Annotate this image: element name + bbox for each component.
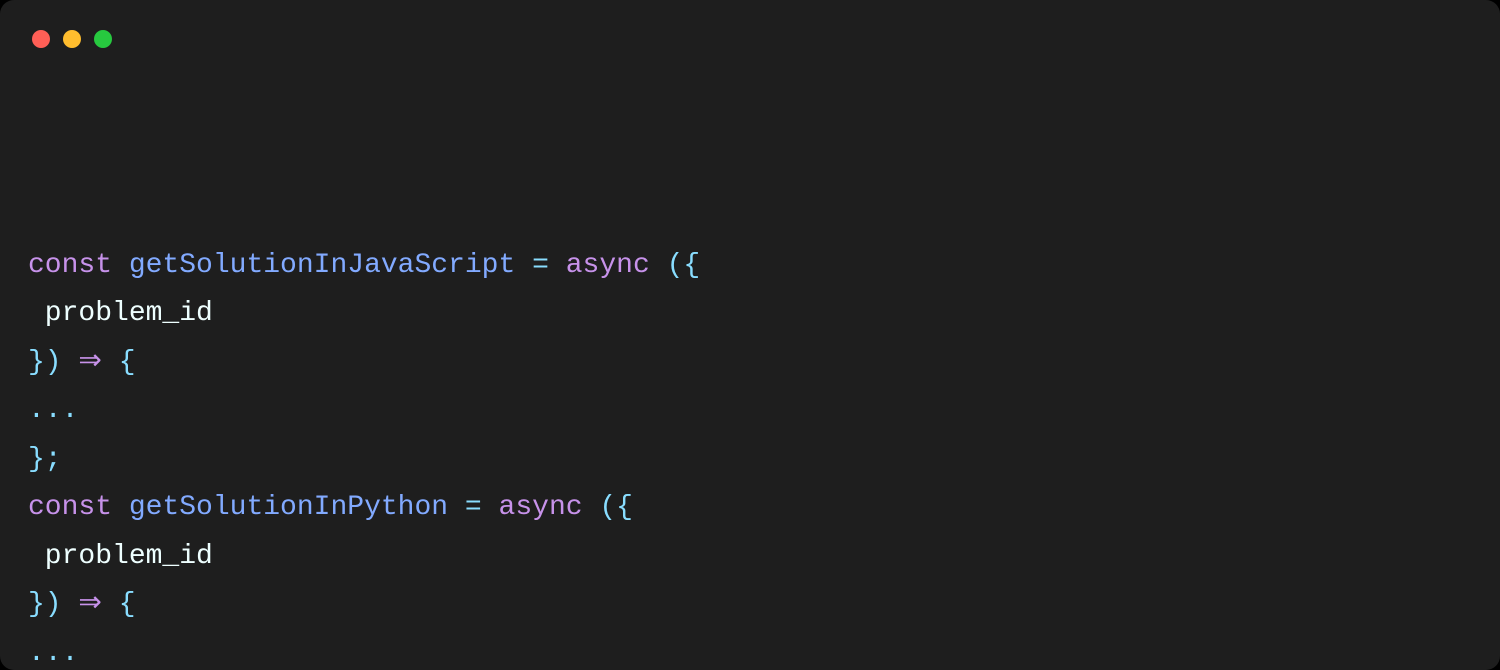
- code-token: };: [28, 444, 62, 475]
- code-line: problem_id: [28, 533, 1472, 582]
- code-line: }) ⇒ {: [28, 581, 1472, 630]
- code-token: const: [28, 250, 112, 281]
- code-token: async: [566, 250, 650, 281]
- code-token: =: [465, 492, 482, 523]
- close-icon[interactable]: [32, 30, 50, 48]
- code-token: getSolutionInJavaScript: [129, 250, 515, 281]
- code-token: [482, 492, 499, 523]
- code-token: problem_id: [28, 298, 213, 329]
- code-token: [549, 250, 566, 281]
- code-line: }) ⇒ {: [28, 339, 1472, 388]
- code-token: [62, 347, 79, 378]
- code-token: [448, 492, 465, 523]
- code-token: [515, 250, 532, 281]
- code-token: }): [28, 589, 62, 620]
- code-token: =: [532, 250, 549, 281]
- code-line: };: [28, 436, 1472, 485]
- code-line: ...: [28, 630, 1472, 670]
- code-token: problem_id: [28, 541, 213, 572]
- code-token: [583, 492, 600, 523]
- code-token: {: [119, 347, 136, 378]
- code-token: async: [499, 492, 583, 523]
- code-token: const: [28, 492, 112, 523]
- code-token: [102, 589, 119, 620]
- traffic-lights: [32, 30, 1472, 48]
- code-token: ({: [667, 250, 701, 281]
- code-token: [650, 250, 667, 281]
- code-token: [112, 250, 129, 281]
- code-token: [112, 492, 129, 523]
- code-token: getSolutionInPython: [129, 492, 448, 523]
- code-token: }): [28, 347, 62, 378]
- code-token: ...: [28, 638, 78, 669]
- code-token: [62, 589, 79, 620]
- zoom-icon[interactable]: [94, 30, 112, 48]
- code-block: const getSolutionInJavaScript = async ({…: [28, 96, 1472, 670]
- code-line: const getSolutionInJavaScript = async ({: [28, 242, 1472, 291]
- code-token: [102, 347, 119, 378]
- code-line: ...: [28, 387, 1472, 436]
- code-token: ⇒: [78, 589, 101, 620]
- code-line: const getSolutionInPython = async ({: [28, 484, 1472, 533]
- code-line: problem_id: [28, 290, 1472, 339]
- code-token: ({: [599, 492, 633, 523]
- code-window: const getSolutionInJavaScript = async ({…: [0, 0, 1500, 670]
- code-token: {: [119, 589, 136, 620]
- minimize-icon[interactable]: [63, 30, 81, 48]
- code-token: ...: [28, 395, 78, 426]
- code-token: ⇒: [78, 347, 101, 378]
